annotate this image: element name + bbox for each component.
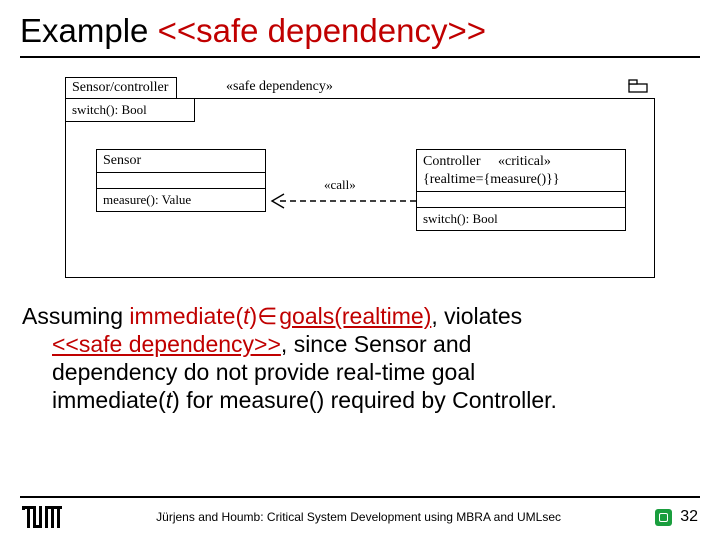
tum-logo	[22, 506, 62, 528]
footer-text: Jürjens and Houmb: Critical System Devel…	[62, 510, 655, 524]
body-line: dependency do not provide real-time goal	[22, 358, 698, 386]
class-controller-header: Controller «critical» {realtime={measure…	[417, 150, 625, 192]
uml-diagram: Sensor/controller «safe dependency» swit…	[65, 76, 655, 284]
slide-marker-icon	[655, 509, 672, 526]
footer-divider	[20, 496, 700, 498]
body-word: , violates	[431, 303, 522, 329]
dependency-label: «call»	[322, 177, 358, 193]
class-sensor-name: Sensor	[97, 150, 265, 173]
package-icon	[628, 79, 648, 93]
package-stereotype: «safe dependency»	[226, 79, 333, 95]
class-controller-stereotype: «critical»	[498, 154, 551, 169]
body-word: immediate(	[52, 387, 166, 413]
body-word: , since Sensor and	[281, 331, 472, 357]
element-of-symbol: ∈	[257, 303, 279, 329]
body-word: Assuming	[22, 303, 129, 329]
class-controller-tag: {realtime={measure()}}	[423, 172, 560, 187]
class-sensor-op: measure(): Value	[97, 189, 265, 211]
class-controller-op: switch(): Bool	[417, 208, 625, 230]
body-goals: goals(realtime)	[279, 303, 431, 329]
title-prefix: Example	[20, 12, 158, 49]
dependency-arrow	[266, 191, 416, 211]
class-controller-attrs	[417, 192, 625, 208]
class-controller: Controller «critical» {realtime={measure…	[416, 149, 626, 231]
page-number: 32	[680, 508, 698, 526]
title-stereotype: <<safe dependency>>	[158, 12, 486, 49]
class-controller-name: Controller	[423, 154, 481, 169]
footer: Jürjens and Houmb: Critical System Devel…	[0, 504, 720, 530]
body-word: ) for measure() required by Controller.	[172, 387, 557, 413]
package-operation: switch(): Bool	[65, 98, 195, 122]
class-sensor: Sensor measure(): Value	[96, 149, 266, 212]
package-frame: Sensor/controller «safe dependency» swit…	[65, 98, 655, 278]
package-name-tab: Sensor/controller	[65, 77, 177, 99]
slide-body: Assuming immediate(t)∈goals(realtime), v…	[20, 302, 700, 414]
slide-title: Example <<safe dependency>>	[20, 12, 700, 58]
body-immediate: immediate(	[129, 303, 243, 329]
class-sensor-attrs	[97, 173, 265, 189]
body-stereotype: <<safe dependency>>	[52, 331, 281, 357]
